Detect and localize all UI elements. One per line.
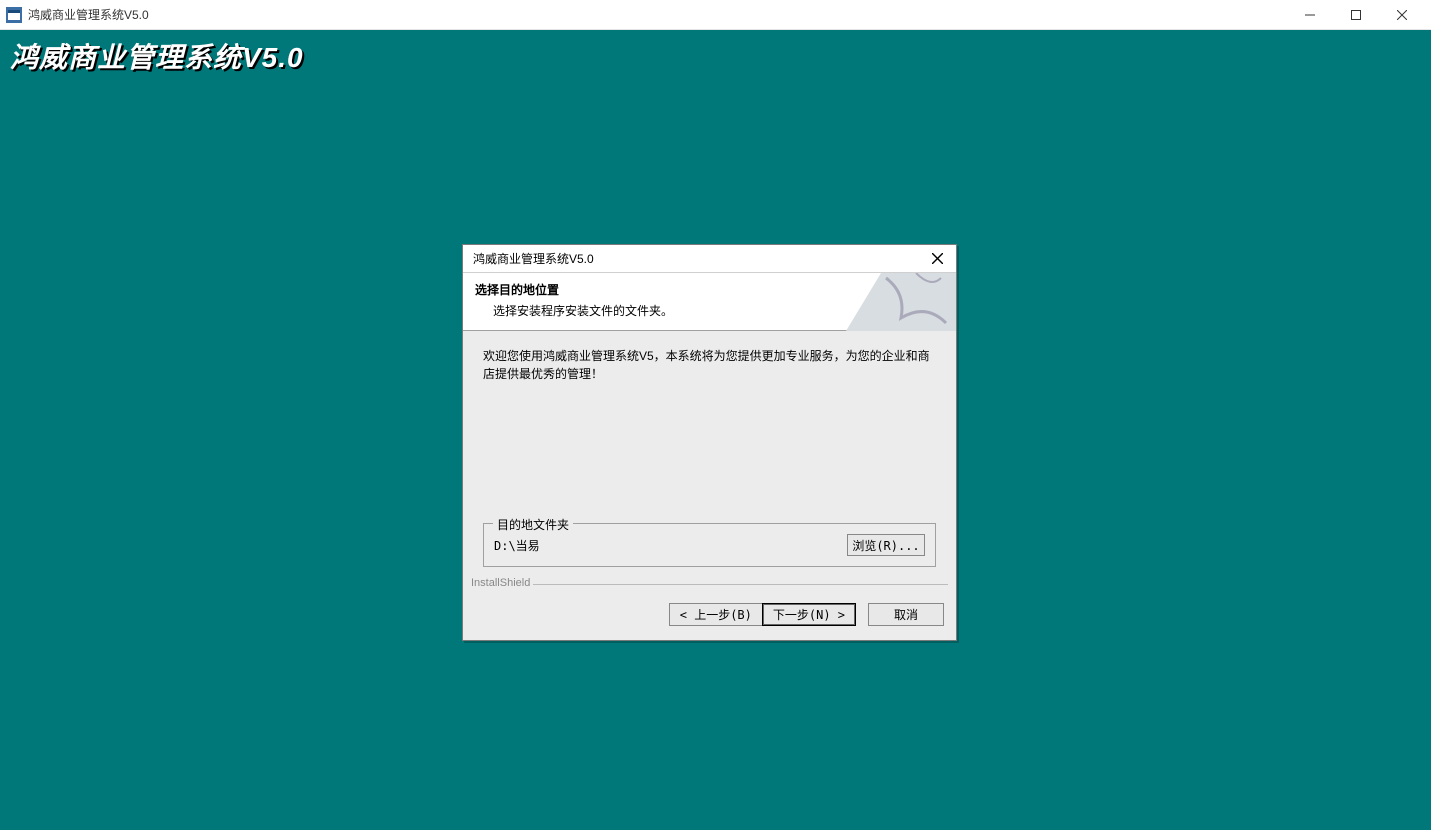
window-controls	[1287, 0, 1425, 30]
destination-path: D:\当易	[494, 537, 847, 554]
installer-titlebar: 鸿威商业管理系统V5.0	[463, 245, 956, 273]
installer-close-button[interactable]	[924, 248, 950, 270]
browse-button[interactable]: 浏览(R)...	[847, 534, 925, 556]
installer-dialog: 鸿威商业管理系统V5.0 选择目的地位置 选择安装程序安装文件的文件夹。 欢迎您…	[462, 244, 957, 641]
destination-group: 目的地文件夹 D:\当易 浏览(R)...	[483, 523, 936, 567]
installer-body: 欢迎您使用鸿威商业管理系统V5，本系统将为您提供更加专业服务，为您的企业和商店提…	[463, 331, 956, 575]
main-window-title: 鸿威商业管理系统V5.0	[28, 6, 149, 23]
minimize-button[interactable]	[1287, 0, 1333, 30]
maximize-button[interactable]	[1333, 0, 1379, 30]
welcome-text: 欢迎您使用鸿威商业管理系统V5，本系统将为您提供更加专业服务，为您的企业和商店提…	[483, 347, 936, 383]
installer-title: 鸿威商业管理系统V5.0	[473, 250, 924, 267]
main-window-titlebar: 鸿威商业管理系统V5.0	[0, 0, 1431, 30]
desktop-area: 鸿威商业管理系统V5.0 鸿威商业管理系统V5.0 选择目的地位置 选择安装程序…	[0, 30, 1431, 830]
header-graphic-icon	[846, 273, 956, 331]
destination-legend: 目的地文件夹	[493, 516, 573, 533]
cancel-button[interactable]: 取消	[868, 603, 944, 626]
brand-title: 鸿威商业管理系统V5.0	[10, 36, 304, 76]
close-button[interactable]	[1379, 0, 1425, 30]
installer-footer: < 上一步(B) 下一步(N) > 取消	[463, 593, 956, 640]
installer-header: 选择目的地位置 选择安装程序安装文件的文件夹。	[463, 273, 956, 331]
app-icon	[6, 7, 22, 23]
installshield-label: InstallShield	[463, 575, 956, 593]
back-button[interactable]: < 上一步(B)	[669, 603, 763, 626]
next-button[interactable]: 下一步(N) >	[762, 603, 856, 626]
